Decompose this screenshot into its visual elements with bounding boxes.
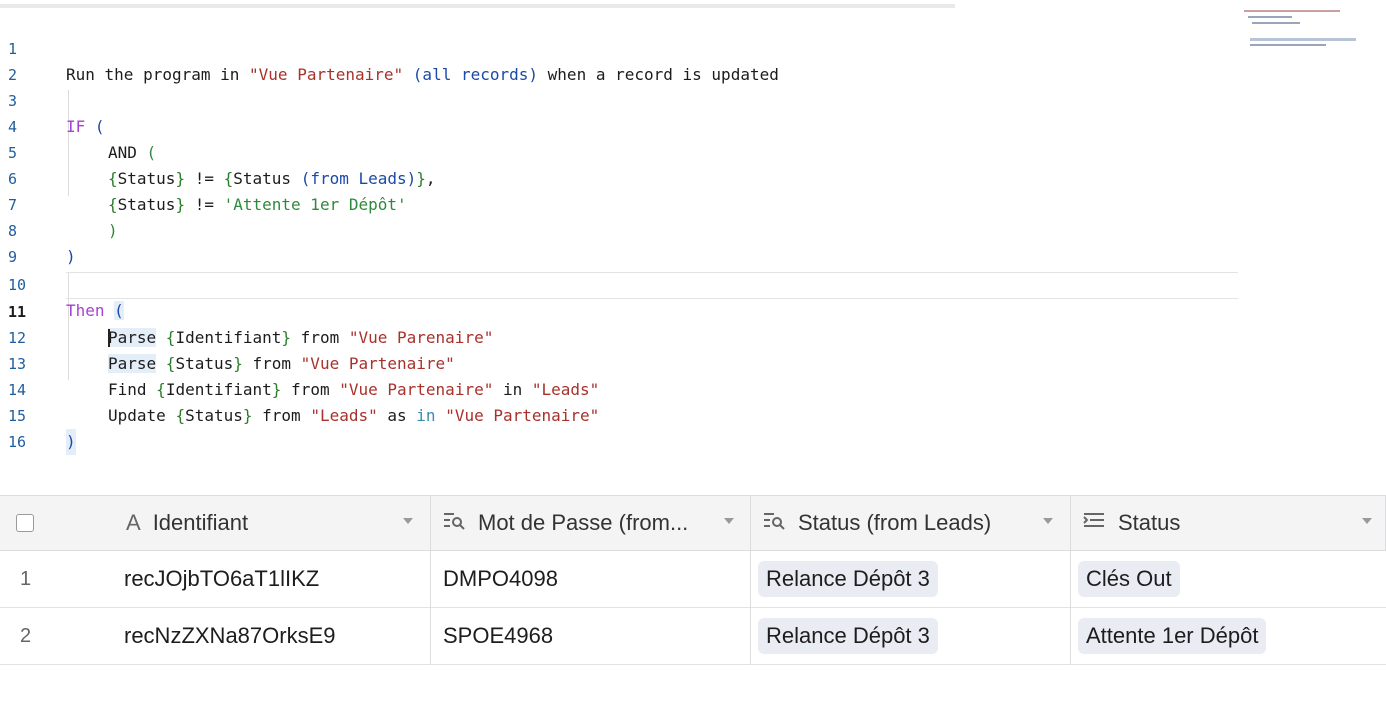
column-header-mot-de-passe[interactable]: Mot de Passe (from...: [442, 496, 688, 550]
status-badge: Attente 1er Dépôt: [1078, 618, 1267, 654]
code-line[interactable]: 5 {Status} != {Status (from Leads)},: [0, 114, 436, 188]
code-line[interactable]: 6 {Status} != 'Attente 1er Dépôt': [0, 140, 407, 214]
records-grid: A Identifiant Mot de Passe (from... Stat…: [0, 495, 1386, 667]
cell-identifiant[interactable]: recJOjbTO6aT1lIKZ: [124, 551, 319, 607]
line-number: 16: [8, 433, 27, 451]
lookup-field-icon: [442, 510, 466, 536]
code-line[interactable]: 14 Update {Status} from "Leads" as in "V…: [0, 351, 599, 425]
status-badge: Clés Out: [1078, 561, 1180, 597]
text-caret: [108, 328, 110, 347]
cell-status-from-leads[interactable]: Relance Dépôt 3: [758, 551, 938, 607]
indent-guide: [68, 272, 69, 380]
code-line[interactable]: 15 ): [0, 377, 76, 455]
column-label: Status: [1118, 510, 1181, 535]
column-label: Status (from Leads): [798, 510, 992, 535]
cell-status-from-leads[interactable]: Relance Dépôt 3: [758, 608, 938, 664]
code-line-current[interactable]: 11 Parse {Identifiant} from "Vue Parenai…: [0, 273, 493, 347]
code-line[interactable]: 2: [0, 36, 39, 84]
status-badge: Relance Dépôt 3: [758, 618, 938, 654]
code-line[interactable]: 7 ): [0, 166, 118, 240]
column-divider[interactable]: [1070, 495, 1071, 665]
table-row[interactable]: 1 recJOjbTO6aT1lIKZ DMPO4098 Relance Dép…: [0, 551, 1386, 608]
lookup-field-icon: [762, 510, 786, 536]
chevron-down-icon[interactable]: [724, 518, 734, 524]
code-line[interactable]: 13 Find {Identifiant} from "Vue Partenai…: [0, 325, 599, 399]
status-badge: Relance Dépôt 3: [758, 561, 938, 597]
row-number: 2: [20, 624, 32, 647]
column-header-status-from-leads[interactable]: Status (from Leads): [762, 496, 991, 550]
cell-identifiant[interactable]: recNzZXNa87OrksE9: [124, 608, 336, 664]
column-header-status[interactable]: Status: [1082, 496, 1180, 550]
code-editor[interactable]: 1 Run the program in "Vue Partenaire" (a…: [0, 0, 1386, 455]
current-line-border-top: [66, 272, 1238, 273]
text-field-icon: A: [126, 510, 141, 535]
editor-top-scrollbar[interactable]: [0, 4, 955, 8]
cell-mot-de-passe[interactable]: DMPO4098: [443, 551, 558, 607]
column-label: Mot de Passe (from...: [478, 510, 689, 535]
code-line[interactable]: 9: [0, 218, 39, 266]
chevron-down-icon[interactable]: [1043, 518, 1053, 524]
select-all-checkbox[interactable]: [16, 496, 34, 550]
cell-mot-de-passe[interactable]: SPOE4968: [443, 608, 553, 664]
current-line-border-bottom: [66, 298, 1238, 299]
chevron-down-icon[interactable]: [1362, 518, 1372, 524]
code-line[interactable]: 16: [0, 403, 39, 451]
indent-guide: [68, 90, 69, 196]
chevron-down-icon[interactable]: [403, 518, 413, 524]
editor-minimap[interactable]: [1244, 8, 1356, 56]
code-line[interactable]: 3 IF (: [0, 62, 105, 136]
column-label: Identifiant: [152, 510, 249, 535]
row-number: 1: [20, 567, 32, 590]
column-divider[interactable]: [430, 495, 431, 665]
cell-status[interactable]: Clés Out: [1078, 551, 1180, 607]
grid-header: A Identifiant Mot de Passe (from... Stat…: [0, 495, 1386, 551]
code-line[interactable]: 12 Parse {Status} from "Vue Partenaire": [0, 299, 455, 373]
cell-status[interactable]: Attente 1er Dépôt: [1078, 608, 1267, 664]
code-line[interactable]: 8 ): [0, 192, 76, 266]
column-header-identifiant[interactable]: A Identifiant: [126, 496, 248, 550]
code-line[interactable]: 1 Run the program in "Vue Partenaire" (a…: [0, 10, 779, 84]
table-row[interactable]: 2 recNzZXNa87OrksE9 SPOE4968 Relance Dép…: [0, 608, 1386, 665]
column-divider[interactable]: [750, 495, 751, 665]
code-line[interactable]: 4 AND (: [0, 88, 156, 162]
long-text-field-icon: [1082, 510, 1106, 536]
code-line[interactable]: 10 Then (: [0, 246, 124, 320]
